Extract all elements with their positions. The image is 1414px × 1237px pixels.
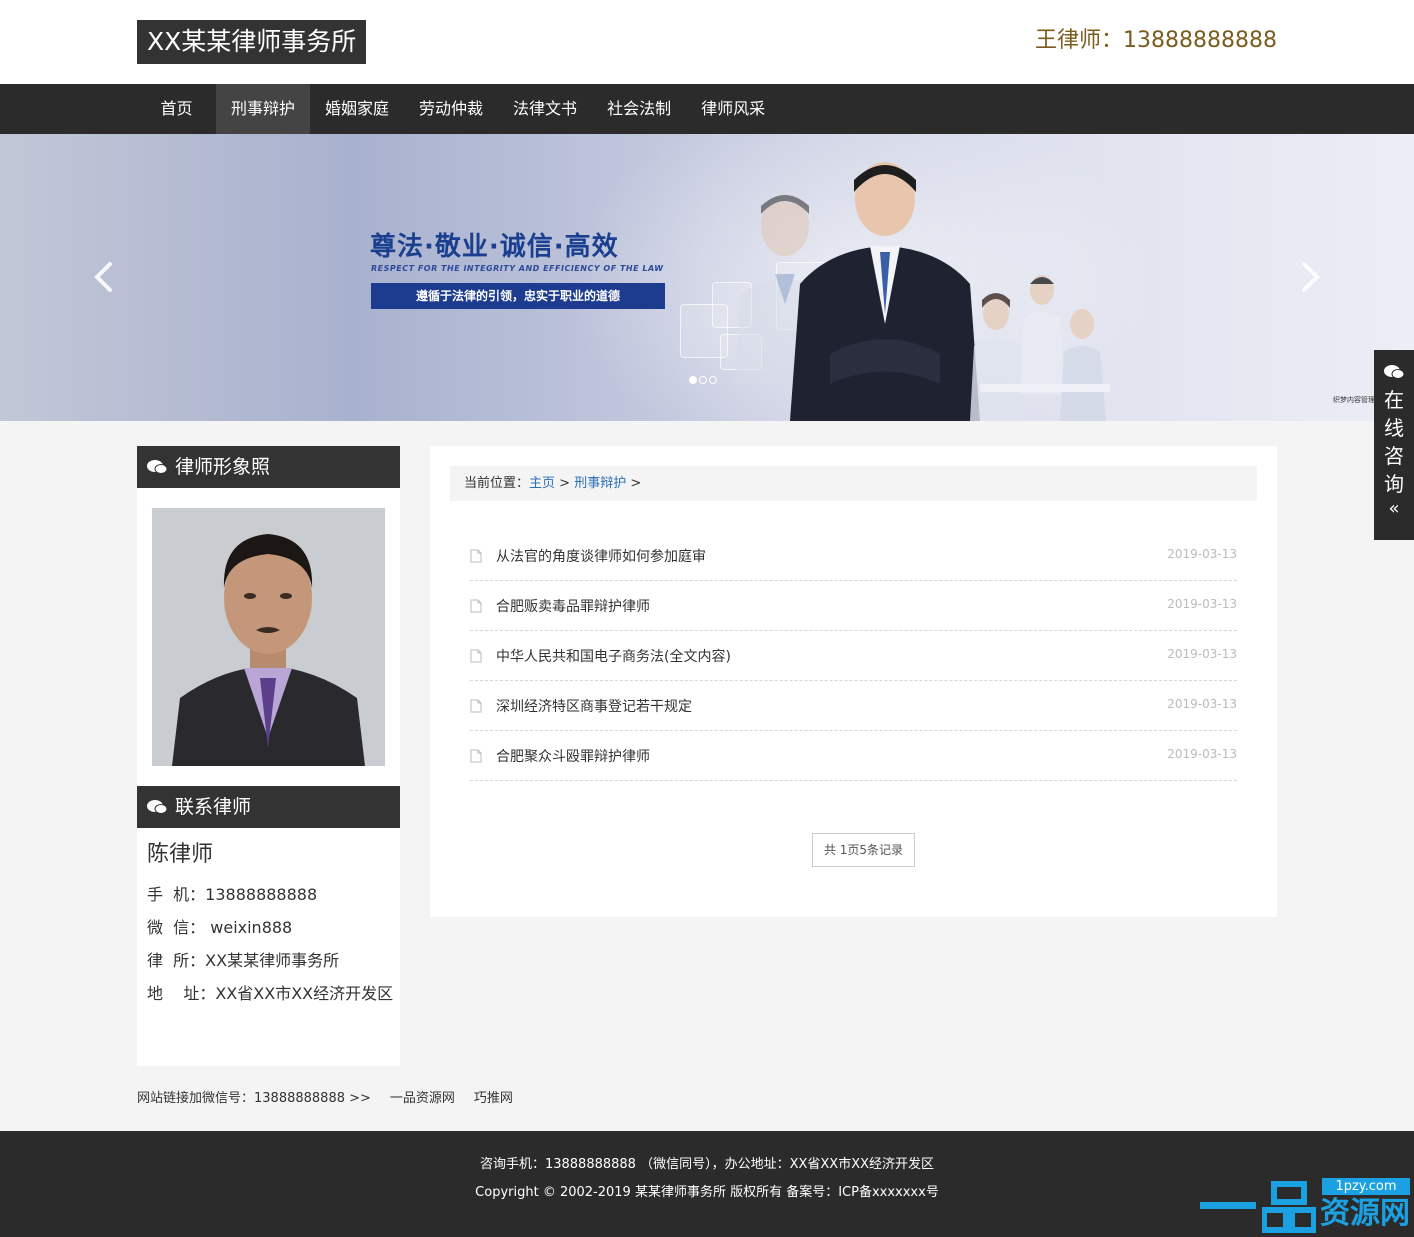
site-header: XX某某律师事务所 王律师：13888888888 xyxy=(0,0,1414,84)
chat-bubble-icon xyxy=(1374,364,1414,382)
contact-firm: 律 所：XX某某律师事务所 xyxy=(147,951,340,970)
breadcrumb-separator: > xyxy=(559,476,571,491)
contact-wechat: 微 信： weixin888 xyxy=(147,918,293,937)
main-nav: 首页 刑事辩护 婚姻家庭 劳动仲裁 法律文书 社会法制 律师风采 xyxy=(0,84,1414,134)
chat-bubble-icon xyxy=(147,800,167,814)
watermark-bar xyxy=(1200,1202,1256,1209)
sidebar-contact-title-text: 联系律师 xyxy=(175,796,252,818)
lawyer-portrait-image xyxy=(152,508,385,766)
banner-next-arrow-icon[interactable] xyxy=(1298,260,1324,300)
article-date: 2019-03-13 xyxy=(1167,647,1237,661)
article-title-link[interactable]: 从法官的角度谈律师如何参加庭审 xyxy=(496,546,706,566)
article-date: 2019-03-13 xyxy=(1167,547,1237,561)
contact-phone: 手 机：13888888888 xyxy=(147,885,318,904)
article-title-link[interactable]: 深圳经济特区商事登记若干规定 xyxy=(496,696,692,716)
friend-link[interactable]: 一品资源网 xyxy=(390,1090,455,1108)
nav-item-labor-arbitration[interactable]: 劳动仲裁 xyxy=(404,84,498,134)
breadcrumb-category-link[interactable]: 刑事辩护 xyxy=(574,476,626,491)
document-icon xyxy=(470,549,482,562)
document-icon xyxy=(470,699,482,712)
pagination-info: 共 1页5条记录 xyxy=(812,833,915,867)
banner-prev-arrow-icon[interactable] xyxy=(90,260,116,300)
article-date: 2019-03-13 xyxy=(1167,747,1237,761)
watermark-url: 1pzy.com xyxy=(1322,1178,1410,1195)
header-hotline: 王律师：13888888888 xyxy=(1035,28,1277,53)
lawyer-name: 陈律师 xyxy=(147,842,214,867)
friend-link[interactable]: 巧推网 xyxy=(474,1090,513,1108)
watermark-logo-icon xyxy=(1262,1181,1316,1233)
sidebar-photo-title: 律师形象照 xyxy=(137,446,400,488)
sidebar-photo-title-text: 律师形象照 xyxy=(175,456,271,478)
sidebar: 律师形象照 联系律师 陈律师 手 机：13888888888 微 信： weix… xyxy=(137,446,400,1066)
online-consult-label: 在线咨询 xyxy=(1384,388,1404,496)
article-title-link[interactable]: 合肥贩卖毒品罪辩护律师 xyxy=(496,596,650,616)
document-icon xyxy=(470,649,482,662)
site-logo[interactable]: XX某某律师事务所 xyxy=(137,20,367,64)
friend-links: 网站链接加微信号：13888888888 >> 一品资源网 巧推网 xyxy=(137,1090,532,1108)
nav-item-lawyer-style[interactable]: 律师风采 xyxy=(686,84,780,134)
banner-slogan-bar: 遵循于法律的引领，忠实于职业的道德 xyxy=(371,283,665,309)
nav-item-legal-documents[interactable]: 法律文书 xyxy=(498,84,592,134)
breadcrumb-prefix: 当前位置： xyxy=(464,476,530,491)
nav-item-home[interactable]: 首页 xyxy=(137,84,216,134)
contact-address: 地 址：XX省XX市XX经济开发区 xyxy=(147,984,394,1003)
breadcrumb-separator: > xyxy=(630,476,642,491)
banner-dot[interactable] xyxy=(709,376,717,384)
article-list: 从法官的角度谈律师如何参加庭审 2019-03-13 合肥贩卖毒品罪辩护律师 2… xyxy=(470,531,1237,781)
nav-item-criminal-defense[interactable]: 刑事辩护 xyxy=(216,84,311,134)
online-consult-tab[interactable]: 在线咨询 « xyxy=(1374,350,1414,540)
list-item[interactable]: 从法官的角度谈律师如何参加庭审 2019-03-13 xyxy=(470,531,1237,581)
article-date: 2019-03-13 xyxy=(1167,697,1237,711)
list-item[interactable]: 合肥贩卖毒品罪辩护律师 2019-03-13 xyxy=(470,581,1237,631)
banner-slide-dots xyxy=(689,376,717,384)
banner-person-main xyxy=(790,162,980,421)
banner-people-group xyxy=(970,275,1110,421)
banner-dot[interactable] xyxy=(699,376,707,384)
banner-slogan-english: RESPECT FOR THE INTEGRITY AND EFFICIENCY… xyxy=(371,264,664,273)
list-item[interactable]: 合肥聚众斗殴罪辩护律师 2019-03-13 xyxy=(470,731,1237,781)
footer-contact-line: 咨询手机：13888888888 （微信同号），办公地址：XX省XX市XX经济开… xyxy=(479,1157,935,1172)
friend-links-label: 网站链接加微信号：13888888888 >> xyxy=(137,1091,371,1106)
nav-item-marriage-family[interactable]: 婚姻家庭 xyxy=(310,84,404,134)
watermark-name: 资源网 xyxy=(1320,1196,1410,1231)
article-list-panel: 当前位置：主页 > 刑事辩护 > 从法官的角度谈律师如何参加庭审 2019-03… xyxy=(430,446,1277,917)
banner-dot[interactable] xyxy=(689,376,697,384)
lawyer-photo xyxy=(152,508,385,766)
banner-slogan: 尊法·敬业·诚信·高效 xyxy=(370,232,619,262)
article-title-link[interactable]: 中华人民共和国电子商务法(全文内容) xyxy=(496,646,731,666)
site-watermark: 1pzy.com 资源网 xyxy=(1200,1176,1414,1237)
breadcrumb-home-link[interactable]: 主页 xyxy=(529,476,555,491)
article-title-link[interactable]: 合肥聚众斗殴罪辩护律师 xyxy=(496,746,650,766)
article-date: 2019-03-13 xyxy=(1167,597,1237,611)
double-chevron-left-icon: « xyxy=(1388,498,1400,519)
document-icon xyxy=(470,599,482,612)
list-item[interactable]: 中华人民共和国电子商务法(全文内容) 2019-03-13 xyxy=(470,631,1237,681)
breadcrumb: 当前位置：主页 > 刑事辩护 > xyxy=(450,466,1257,501)
sidebar-contact-title-wrap: 联系律师 xyxy=(137,786,400,828)
nav-item-social-law[interactable]: 社会法制 xyxy=(592,84,686,134)
sidebar-contact-title: 联系律师 xyxy=(137,786,400,828)
hero-banner: 尊法·敬业·诚信·高效 RESPECT FOR THE INTEGRITY AN… xyxy=(0,134,1414,421)
chat-bubble-icon xyxy=(147,460,167,474)
document-icon xyxy=(470,749,482,762)
contact-info: 陈律师 手 机：13888888888 微 信： weixin888 律 所：X… xyxy=(147,840,393,1010)
list-item[interactable]: 深圳经济特区商事登记若干规定 2019-03-13 xyxy=(470,681,1237,731)
